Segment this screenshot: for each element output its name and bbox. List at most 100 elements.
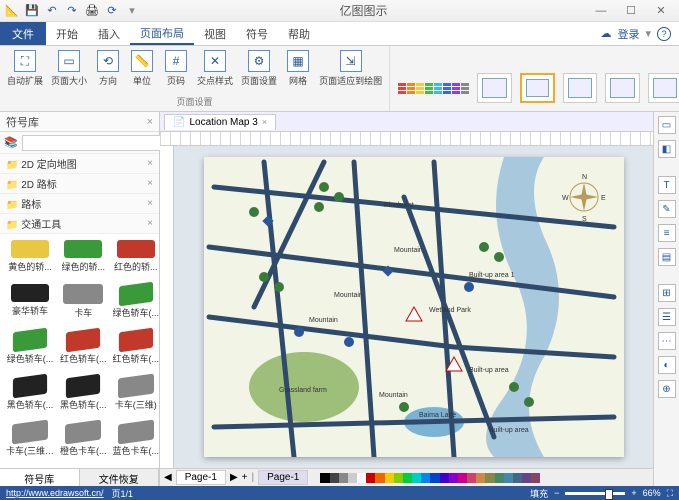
color-swatch[interactable]	[430, 473, 439, 483]
ribbon-btn-6[interactable]: ⚙页面设置	[238, 48, 280, 94]
ribbon-btn-0[interactable]: ⛶自动扩展	[4, 48, 46, 94]
canvas[interactable]: Pinehurst Mountain Mountain Mountain Mou…	[174, 146, 653, 468]
theme-thumb-5[interactable]	[648, 73, 679, 103]
color-swatch[interactable]	[504, 473, 513, 483]
fit-screen-icon[interactable]: ⛶	[667, 488, 673, 499]
shape-cell-1[interactable]: 绿色的轿...	[58, 238, 109, 280]
minimize-button[interactable]: —	[587, 2, 615, 20]
right-tool-9[interactable]: ◐	[658, 356, 676, 374]
tab-page-layout[interactable]: 页面布局	[130, 22, 194, 45]
category-row-3[interactable]: 📁 交通工具×	[0, 214, 159, 234]
shape-cell-4[interactable]: 卡车	[58, 282, 109, 326]
color-swatch[interactable]	[485, 473, 494, 483]
page-next-icon[interactable]: ▶	[230, 472, 238, 483]
maximize-button[interactable]: ☐	[617, 2, 645, 20]
color-swatch[interactable]	[375, 473, 384, 483]
ribbon-btn-2[interactable]: ⟲方向	[92, 48, 124, 94]
right-tool-0[interactable]: ▭	[658, 116, 676, 134]
refresh-icon[interactable]: ⟳	[104, 3, 120, 19]
shape-cell-0[interactable]: 黄色的轿...	[4, 238, 56, 280]
shape-cell-6[interactable]: 绿色轿车(...	[4, 328, 56, 372]
theme-thumb-1[interactable]	[477, 73, 512, 103]
color-swatch[interactable]	[440, 473, 449, 483]
color-swatch[interactable]	[421, 473, 430, 483]
category-row-0[interactable]: 📁 2D 定向地图×	[0, 154, 159, 174]
cloud-icon[interactable]: ☁	[600, 27, 611, 40]
color-swatch[interactable]	[531, 473, 540, 483]
zoom-in-icon[interactable]: +	[631, 488, 636, 498]
page-add-icon[interactable]: +	[242, 472, 248, 483]
shape-cell-2[interactable]: 红色的轿...	[111, 238, 160, 280]
redo-icon[interactable]: ↷	[64, 3, 80, 19]
color-swatch[interactable]	[403, 473, 412, 483]
color-swatch[interactable]	[495, 473, 504, 483]
panel-close-icon[interactable]: ×	[147, 116, 153, 128]
close-button[interactable]: ✕	[647, 2, 675, 20]
page-tab-1[interactable]: Page-1	[176, 470, 226, 485]
category-close-icon[interactable]: ×	[147, 218, 153, 229]
ribbon-btn-8[interactable]: ⇲页面适应到绘图	[316, 48, 385, 94]
right-tool-3[interactable]: ✎	[658, 200, 676, 218]
color-swatch[interactable]	[385, 473, 394, 483]
library-icon[interactable]: 📚	[4, 136, 18, 149]
color-swatch[interactable]	[357, 473, 366, 483]
theme-thumb-2[interactable]	[520, 73, 555, 103]
save-icon[interactable]: 💾	[24, 3, 40, 19]
ribbon-btn-1[interactable]: ▭页面大小	[48, 48, 90, 94]
color-swatch[interactable]	[467, 473, 476, 483]
ribbon-btn-7[interactable]: ▦网格	[282, 48, 314, 94]
theme-thumb-4[interactable]	[605, 73, 640, 103]
ruler-vertical[interactable]	[160, 146, 174, 468]
shape-cell-8[interactable]: 红色轿车(...	[111, 328, 160, 372]
shape-cell-10[interactable]: 黑色轿车(...	[58, 374, 109, 418]
ruler-horizontal[interactable]	[160, 132, 653, 146]
color-swatch[interactable]	[522, 473, 531, 483]
panel-tab-library[interactable]: 符号库	[0, 469, 80, 486]
tab-symbols[interactable]: 符号	[236, 22, 278, 45]
theme-palette[interactable]	[398, 83, 469, 94]
doc-tab-close-icon[interactable]: ×	[262, 117, 267, 127]
color-swatch[interactable]	[458, 473, 467, 483]
shape-cell-14[interactable]: 蓝色卡车(...	[111, 420, 160, 464]
color-swatch[interactable]	[513, 473, 522, 483]
tab-insert[interactable]: 插入	[88, 22, 130, 45]
ribbon-btn-5[interactable]: ✕交点样式	[194, 48, 236, 94]
document-tab[interactable]: 📄 Location Map 3 ×	[164, 114, 276, 130]
ribbon-btn-3[interactable]: 📏单位	[126, 48, 158, 94]
color-swatch[interactable]	[348, 473, 357, 483]
zoom-out-icon[interactable]: −	[554, 488, 559, 498]
shape-cell-5[interactable]: 绿色轿车(...	[111, 282, 160, 326]
shape-cell-7[interactable]: 红色轿车(...	[58, 328, 109, 372]
shape-cell-9[interactable]: 黑色轿车(...	[4, 374, 56, 418]
color-swatch[interactable]	[449, 473, 458, 483]
color-swatch[interactable]	[320, 473, 329, 483]
login-link[interactable]: 登录	[617, 26, 639, 42]
zoom-slider[interactable]	[565, 492, 625, 495]
tab-start[interactable]: 开始	[46, 22, 88, 45]
shape-cell-13[interactable]: 橙色卡车(...	[58, 420, 109, 464]
page-prev-icon[interactable]: ◀	[164, 472, 172, 483]
category-close-icon[interactable]: ×	[147, 178, 153, 189]
right-tool-6[interactable]: ⊞	[658, 284, 676, 302]
color-swatch[interactable]	[366, 473, 375, 483]
qat-dropdown-icon[interactable]: ▾	[124, 3, 140, 19]
category-row-1[interactable]: 📁 2D 路标×	[0, 174, 159, 194]
status-url[interactable]: http://www.edrawsoft.cn/	[6, 488, 104, 498]
ribbon-btn-4[interactable]: #页码	[160, 48, 192, 94]
right-tool-7[interactable]: ☰	[658, 308, 676, 326]
category-close-icon[interactable]: ×	[147, 158, 153, 169]
panel-tab-recovery[interactable]: 文件恢复	[80, 469, 160, 486]
color-swatch[interactable]	[330, 473, 339, 483]
color-swatch[interactable]	[394, 473, 403, 483]
undo-icon[interactable]: ↶	[44, 3, 60, 19]
right-tool-4[interactable]: ≡	[658, 224, 676, 242]
shape-cell-12[interactable]: 卡车(三维) 2	[4, 420, 56, 464]
right-tool-1[interactable]: ◧	[658, 140, 676, 158]
category-row-2[interactable]: 📁 路标×	[0, 194, 159, 214]
shape-cell-3[interactable]: 豪华轿车	[4, 282, 56, 326]
app-icon[interactable]: 📐	[4, 3, 20, 19]
tab-help[interactable]: 帮助	[278, 22, 320, 45]
color-swatch[interactable]	[339, 473, 348, 483]
right-tool-5[interactable]: ▤	[658, 248, 676, 266]
print-icon[interactable]: 🖨	[84, 3, 100, 19]
